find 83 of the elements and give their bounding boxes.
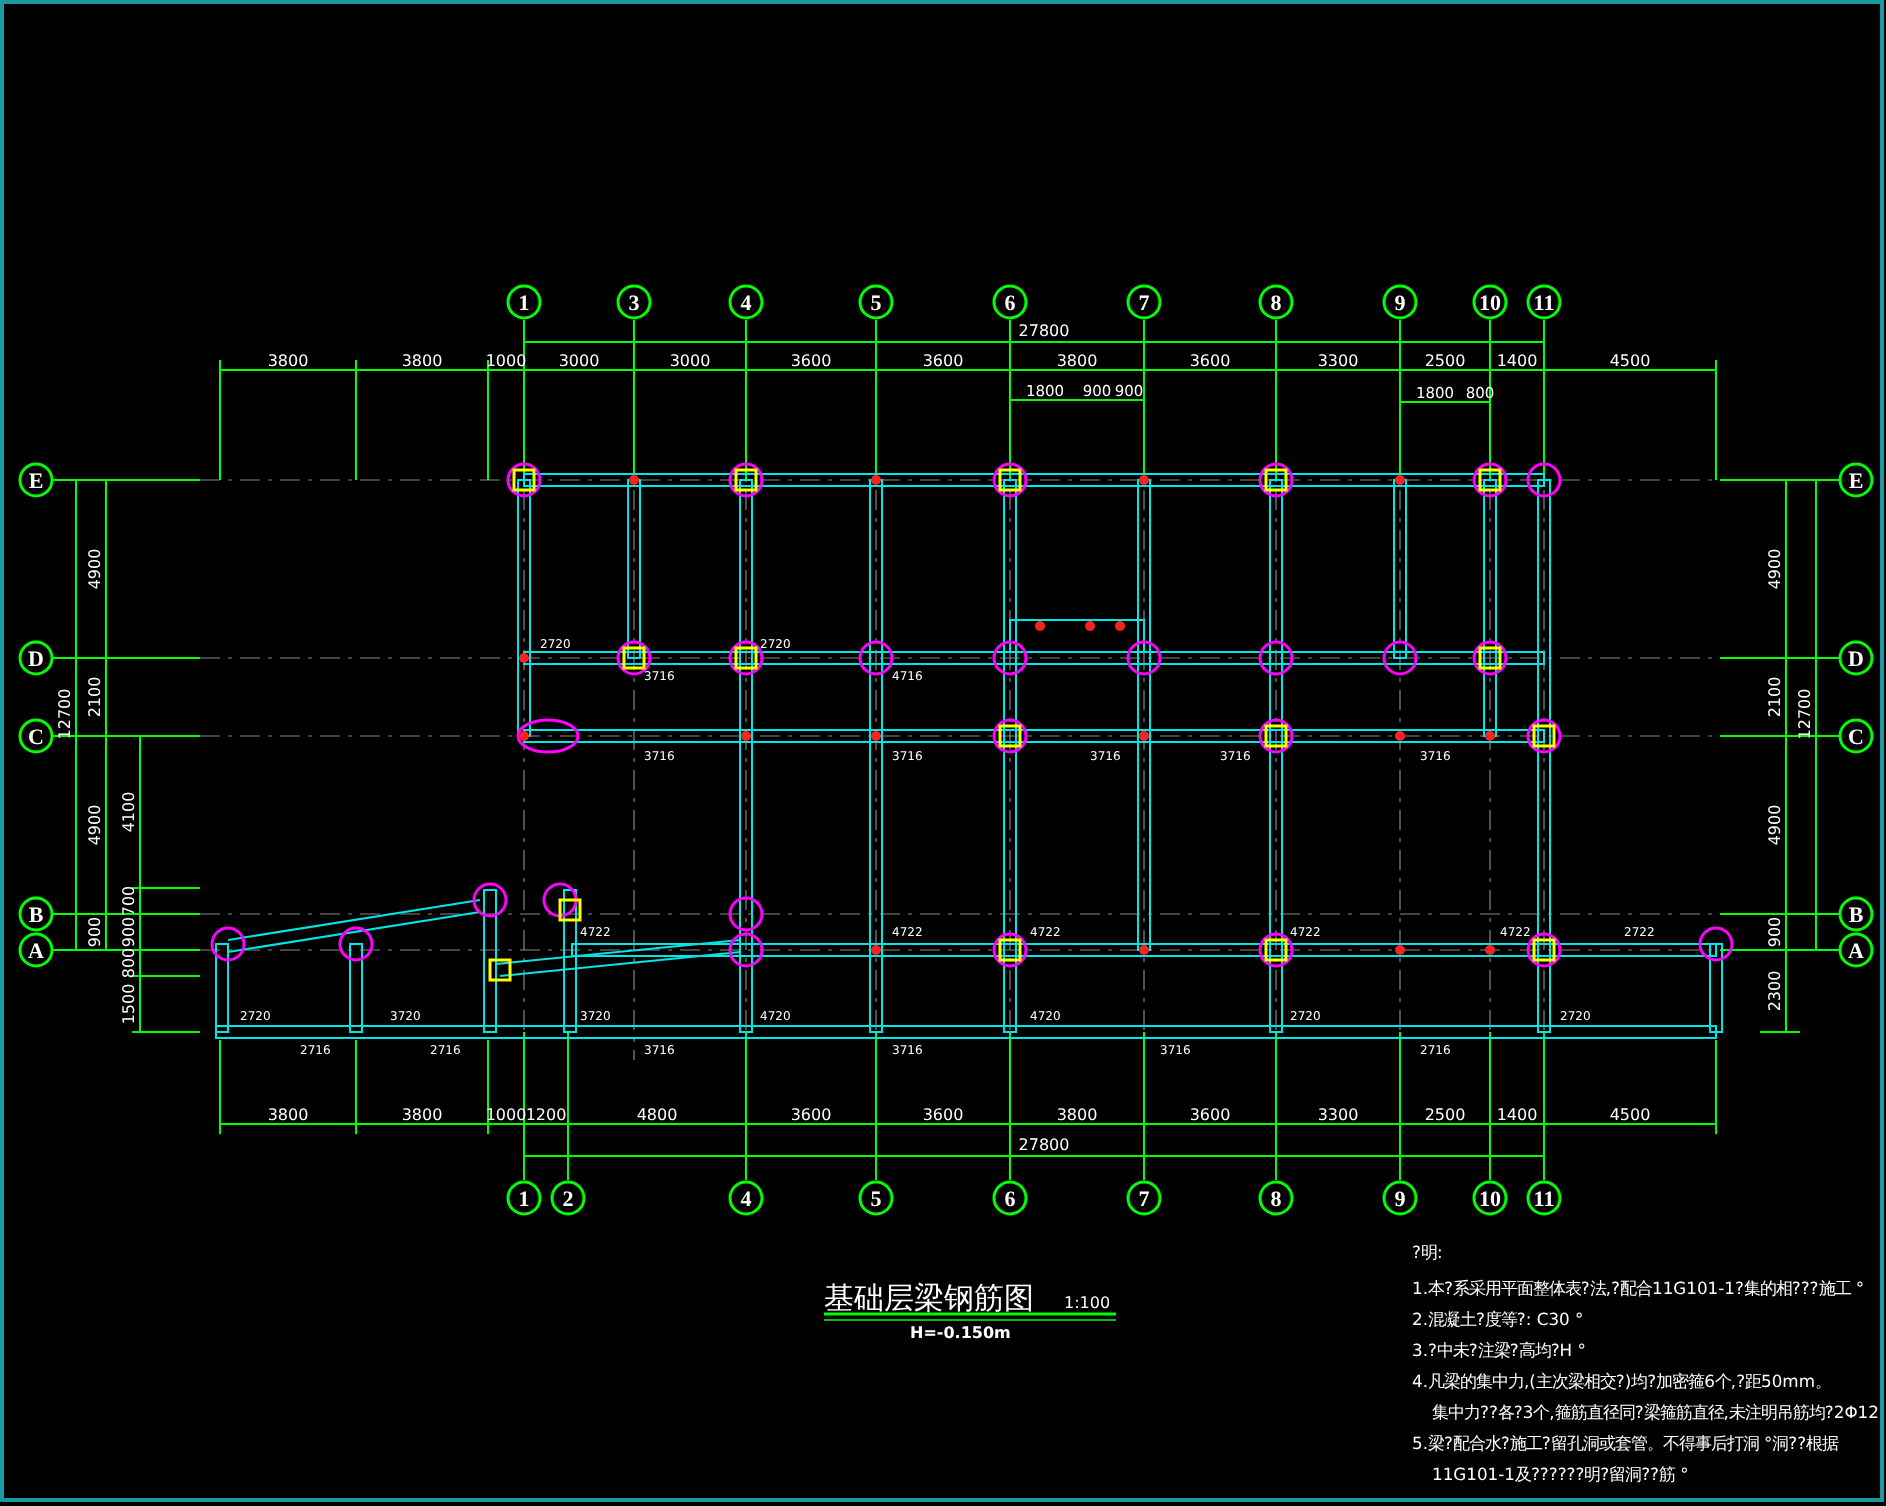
dimension-label: 700 — [120, 885, 138, 917]
dimension-label: 4900 — [86, 804, 104, 846]
axis-bubble: 11 — [1526, 284, 1562, 320]
dimension-label: 4900 — [1766, 804, 1784, 846]
axis-bubble: 4 — [728, 1180, 764, 1216]
axis-bubble: 8 — [1258, 1180, 1294, 1216]
dimension-label: 3800 — [267, 1106, 309, 1124]
dimension-label: 27800 — [1018, 1136, 1070, 1154]
axis-bubble: 6 — [992, 284, 1028, 320]
axis-bubble: 9 — [1382, 284, 1418, 320]
note-line: 1.本?系采用平面整体表?法,?配合11G101-1?集的相???施工 ° — [1412, 1278, 1865, 1298]
dimension-label: 1500 — [120, 983, 138, 1025]
dimension-label: 3300 — [1317, 1106, 1359, 1124]
axis-bubble: 8 — [1258, 284, 1294, 320]
dimension-label: 4100 — [120, 791, 138, 833]
axis-bubble: 5 — [858, 1180, 894, 1216]
axis-bubble: 10 — [1472, 1180, 1508, 1216]
dimension-label: 12700 — [1796, 688, 1814, 740]
note-line: 4.凡梁的集中力,(主次梁相交?)均?加密箍6个,?距50mm。 — [1412, 1371, 1831, 1391]
axis-bubble: E — [1838, 462, 1874, 498]
dimension-label: 3600 — [790, 352, 832, 370]
dimension-label: 4800 — [636, 1106, 678, 1124]
dimension-label: 3600 — [1189, 352, 1231, 370]
dimension-label: 4500 — [1609, 352, 1651, 370]
dimension-label: 4900 — [86, 548, 104, 590]
dimension-label: 3600 — [922, 352, 964, 370]
dimension-label: 2500 — [1424, 1106, 1466, 1124]
axis-bubble: E — [18, 462, 54, 498]
note-line: 3.?中未?注梁?高均?H ° — [1412, 1340, 1586, 1360]
axis-bubble: 9 — [1382, 1180, 1418, 1216]
dimension-label: 900 — [1766, 916, 1784, 948]
axis-bubble: 3 — [616, 284, 652, 320]
dimension-label: 3000 — [558, 352, 600, 370]
axis-bubble: D — [18, 640, 54, 676]
dimension-label: 2100 — [86, 676, 104, 718]
axis-bubble: 1 — [506, 1180, 542, 1216]
axis-bubble: 7 — [1126, 284, 1162, 320]
dimension-label: 2300 — [1766, 970, 1784, 1012]
dimension-label: 3300 — [1317, 352, 1359, 370]
axis-bubble: 11 — [1526, 1180, 1562, 1216]
axis-bubble: D — [1838, 640, 1874, 676]
dimension-label: 1400 — [1496, 1106, 1538, 1124]
dimension-label: 1200 — [525, 1106, 567, 1124]
axis-bubble: B — [1838, 896, 1874, 932]
axis-bubble: A — [1838, 932, 1874, 968]
elevation-label: H=-0.150m — [910, 1324, 1011, 1342]
axis-bubble: B — [18, 896, 54, 932]
dimension-label: 3600 — [1189, 1106, 1231, 1124]
axis-bubble: 4 — [728, 284, 764, 320]
dimension-label: 3600 — [790, 1106, 832, 1124]
dimension-label: 4500 — [1609, 1106, 1651, 1124]
dimension-label: 4900 — [1766, 548, 1784, 590]
note-line: 11G101-1及??????明?留洞??筋 ° — [1432, 1464, 1689, 1484]
dimension-label: 900 — [86, 916, 104, 948]
dimension-label: 3800 — [401, 352, 443, 370]
axis-bubble: C — [1838, 718, 1874, 754]
axis-bubble: 2 — [550, 1180, 586, 1216]
axis-bubble: 5 — [858, 284, 894, 320]
notes-heading: ?明: — [1412, 1242, 1443, 1262]
dimension-label: 1400 — [1496, 352, 1538, 370]
axis-bubble: 6 — [992, 1180, 1028, 1216]
scale-label: 1:100 — [1064, 1294, 1111, 1312]
note-line: 2.混凝土?度等?: C30 ° — [1412, 1309, 1584, 1329]
dimension-label: 2500 — [1424, 352, 1466, 370]
dimension-label: 3800 — [1056, 1106, 1098, 1124]
axis-bubble: 10 — [1472, 284, 1508, 320]
dimension-label: 3800 — [401, 1106, 443, 1124]
dimension-label: 3600 — [922, 1106, 964, 1124]
note-line: 集中力??各?3个,箍筋直径同?梁箍筋直径,未注明吊筋均?2Φ12 — [1432, 1402, 1879, 1422]
dimension-label: 3000 — [669, 352, 711, 370]
axis-bubble: A — [18, 932, 54, 968]
dimension-label: 12700 — [56, 688, 74, 740]
dimension-label: 800 — [120, 947, 138, 979]
dimension-label: 27800 — [1018, 322, 1070, 340]
axis-bubble: C — [18, 718, 54, 754]
note-line: 5.梁?配合水?施工?留孔洞或套管。不得事后打洞 °洞??根据 — [1412, 1433, 1839, 1453]
dimension-label: 2100 — [1766, 676, 1784, 718]
drawing-title: 基础层梁钢筋图 — [824, 1280, 1034, 1316]
axis-bubble: 7 — [1126, 1180, 1162, 1216]
axis-bubble: 1 — [506, 284, 542, 320]
dimension-label: 900 — [120, 916, 138, 948]
dimension-label: 3800 — [1056, 352, 1098, 370]
dimension-label: 3800 — [267, 352, 309, 370]
